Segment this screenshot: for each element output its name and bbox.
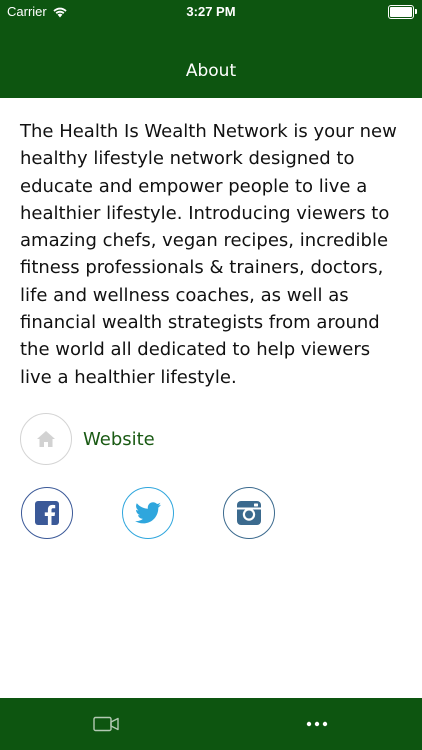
instagram-icon [237,501,261,525]
status-bar: Carrier 3:27 PM [0,0,422,22]
battery-tip [415,9,417,14]
instagram-button[interactable] [223,487,275,539]
battery-fill [390,7,412,17]
tab-videos[interactable] [0,698,211,750]
page-title: About [185,61,237,81]
facebook-icon [35,501,59,525]
video-camera-icon [92,716,119,732]
facebook-button[interactable] [21,487,73,539]
tab-more[interactable] [211,698,422,750]
header: Carrier 3:27 PM About [0,0,422,98]
twitter-icon [135,502,161,524]
battery-icon [388,5,417,19]
tab-bar [0,698,422,750]
website-link[interactable]: Website [20,413,155,465]
more-dots-icon [306,721,327,727]
about-description: The Health Is Wealth Network is your new… [20,121,397,388]
website-label[interactable]: Website [83,429,155,450]
status-time: 3:27 PM [186,4,236,19]
twitter-button[interactable] [122,487,174,539]
website-button[interactable] [20,413,72,465]
home-icon [37,431,55,447]
